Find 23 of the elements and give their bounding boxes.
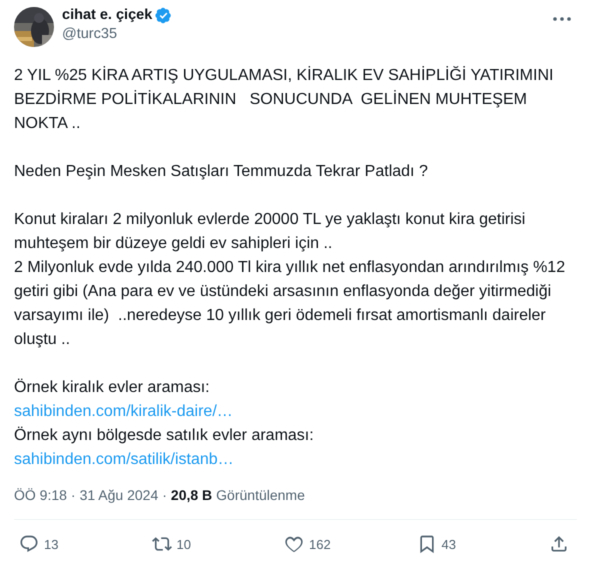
post-date[interactable]: 31 Ağu 2024 <box>80 485 158 505</box>
more-icon[interactable] <box>553 17 571 21</box>
separator-dot: · <box>162 486 167 505</box>
view-count: 20,8 B <box>170 486 212 505</box>
tweet-text: Konut kiraları 2 milyonluk evlerde 20000 TL ye yaklaştı konut kira getirisi muhteşem bir düzeye geldi ev sahipleri için .. <box>14 210 526 254</box>
separator-dot: · <box>70 486 76 505</box>
tweet-text: Neden Peşin Mesken Satışları Temmuzda Tekrar Patladı ? <box>14 162 429 182</box>
author-name[interactable]: cihat e. çiçek <box>62 6 152 25</box>
action-count: 10 <box>176 536 191 552</box>
action-count: 43 <box>442 536 456 552</box>
repost-icon[interactable] <box>152 534 172 554</box>
post-time[interactable]: ÖÖ 9:18 <box>14 485 67 505</box>
share-icon[interactable] <box>549 534 569 554</box>
comment-icon[interactable] <box>19 534 39 554</box>
author-handle[interactable]: @turc35 <box>62 25 545 44</box>
views-label: Görüntülenme <box>216 486 305 505</box>
heart-icon[interactable] <box>284 534 304 554</box>
tweet-text: Örnek aynı bölgesde satılık evler araması: <box>14 426 315 446</box>
action-count: 13 <box>44 536 58 552</box>
tweet-text: 2 Milyonluk evde yılda 240.000 Tl kira yıllık net enflasyondan arındırılmış %12 getiri gibi (Ana para ev ve üstündeki arsasının enflasyonda değer yitirmediği varsayımı ile) ..neredeyse 10 yıllık geri ödemeli fırsat amortismanlı daireler oluştu .. <box>14 258 566 350</box>
tweet-text: 2 YIL %25 KİRA ARTIŞ UYGULAMASI, KİRALIK EV SAHİPLİĞİ YATIRIMINI BEZDİRME POLİTİKALARININ SONUCUNDA GELİNEN MUHTEŞEM NOKTA .. <box>14 65 554 134</box>
action-count: 162 <box>309 536 331 552</box>
tweet-text: Örnek kiralık evler araması: <box>14 378 211 398</box>
